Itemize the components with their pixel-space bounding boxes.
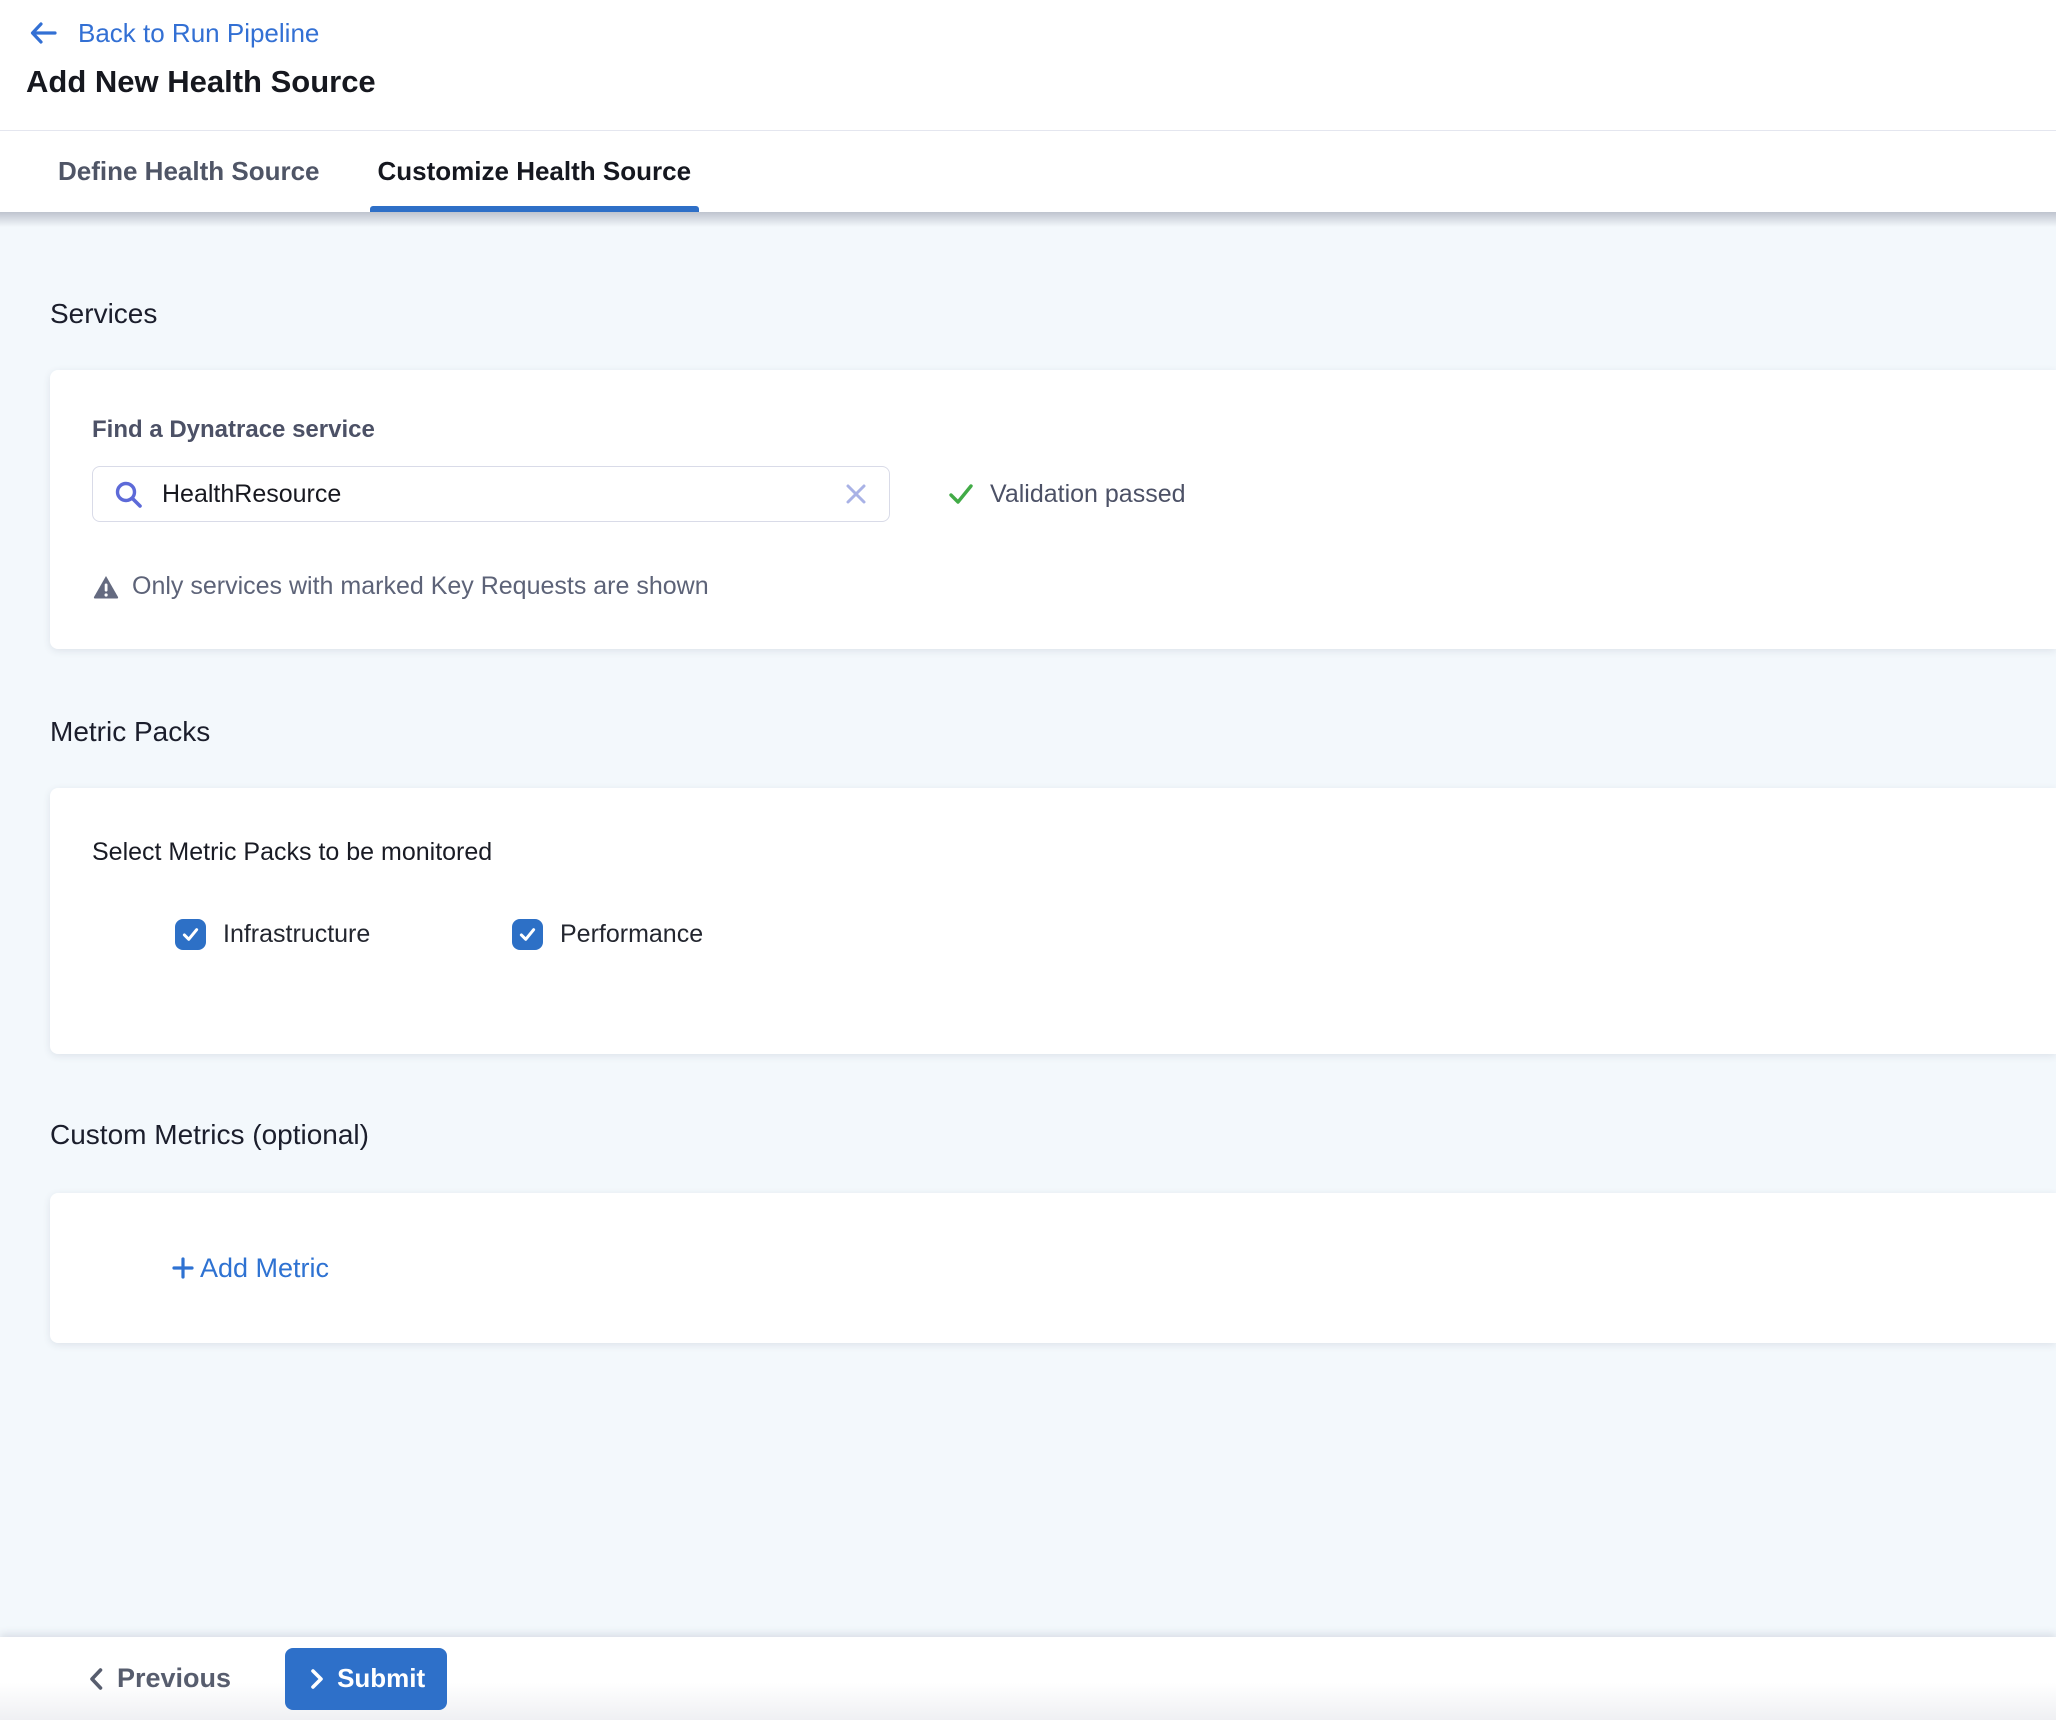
validation-status-label: Validation passed (990, 480, 1186, 509)
search-row: Validation passed (92, 466, 2014, 522)
add-metric-button[interactable]: Add Metric (168, 1253, 329, 1284)
validation-status: Validation passed (946, 479, 1186, 509)
custom-metrics-card: Add Metric (50, 1193, 2056, 1343)
back-arrow-icon (26, 16, 60, 50)
back-link-label: Back to Run Pipeline (78, 18, 319, 49)
checkbox-infrastructure[interactable]: Infrastructure (175, 919, 512, 950)
previous-button-label: Previous (117, 1663, 231, 1694)
search-icon (113, 479, 144, 510)
services-card: Find a Dynatrace service (50, 370, 2056, 649)
page-header: Back to Run Pipeline Add New Health Sour… (0, 0, 2056, 130)
checkbox-checked-icon[interactable] (512, 919, 543, 950)
service-search-box (92, 466, 890, 522)
page-title: Add New Health Source (26, 64, 2056, 130)
page-content: Services Find a Dynatrace service (0, 212, 2056, 1343)
previous-button[interactable]: Previous (85, 1663, 231, 1694)
metric-packs-card: Select Metric Packs to be monitored Infr… (50, 788, 2056, 1054)
checkbox-checked-icon[interactable] (175, 919, 206, 950)
services-warning: Only services with marked Key Requests a… (92, 572, 2014, 601)
warning-triangle-icon (92, 573, 120, 601)
validation-check-icon (946, 479, 976, 509)
metric-packs-select-label: Select Metric Packs to be monitored (92, 838, 2014, 867)
services-heading: Services (50, 297, 2056, 330)
metric-packs-options: Infrastructure Performance (175, 919, 2014, 950)
service-search-input[interactable] (162, 480, 843, 509)
back-link[interactable]: Back to Run Pipeline (26, 12, 319, 54)
custom-metrics-heading: Custom Metrics (optional) (50, 1118, 2056, 1151)
checkbox-performance[interactable]: Performance (512, 919, 703, 950)
plus-icon (168, 1253, 198, 1283)
metric-packs-heading: Metric Packs (50, 715, 2056, 748)
chevron-right-icon (307, 1667, 327, 1691)
tab-customize-health-source[interactable]: Customize Health Source (370, 131, 700, 212)
services-warning-label: Only services with marked Key Requests a… (132, 572, 709, 601)
wizard-tabbar: Define Health Source Customize Health So… (0, 130, 2056, 212)
add-metric-label: Add Metric (200, 1253, 329, 1284)
checkbox-infrastructure-label: Infrastructure (223, 920, 370, 949)
checkbox-performance-label: Performance (560, 920, 703, 949)
search-field-label: Find a Dynatrace service (92, 416, 2014, 444)
chevron-left-icon (85, 1666, 107, 1692)
submit-button-label: Submit (337, 1663, 425, 1694)
clear-search-icon[interactable] (843, 481, 869, 507)
wizard-footer: Previous Submit (0, 1637, 2056, 1720)
tab-define-health-source[interactable]: Define Health Source (50, 131, 328, 212)
submit-button[interactable]: Submit (285, 1648, 447, 1710)
